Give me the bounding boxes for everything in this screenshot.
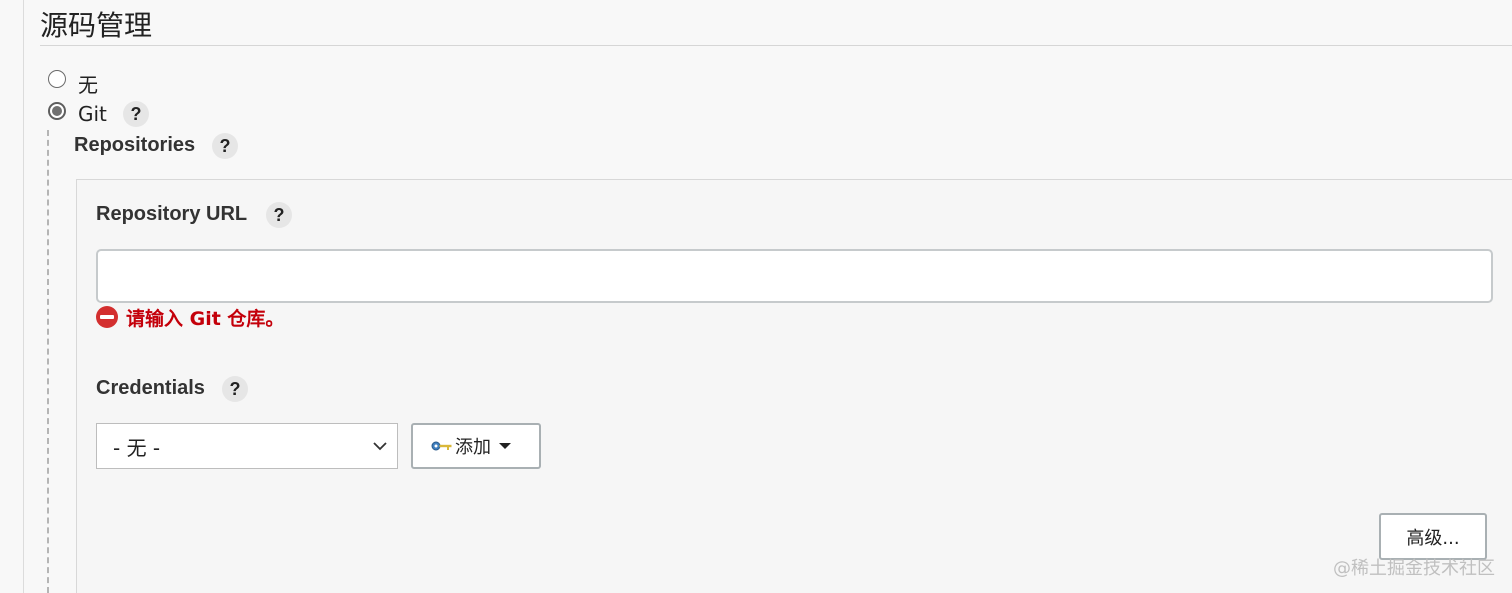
key-icon: [431, 441, 452, 451]
repositories-label: Repositories: [74, 134, 196, 156]
watermark: @稀土掘金技术社区: [1333, 558, 1495, 579]
git-options-guide: [47, 130, 49, 593]
repository-url-input[interactable]: [96, 249, 1493, 303]
repository-url-error-text: 请输入 Git 仓库。: [126, 307, 285, 330]
credentials-select[interactable]: - 无 -: [96, 423, 398, 469]
radio-none[interactable]: [48, 70, 66, 88]
add-credentials-button[interactable]: 添加: [411, 423, 541, 469]
section-divider: [40, 45, 1512, 46]
credentials-help-icon[interactable]: ?: [222, 376, 248, 402]
git-help-icon[interactable]: ?: [123, 101, 149, 127]
left-panel-edge: [0, 0, 24, 593]
credentials-select-value: - 无 -: [113, 435, 161, 460]
section-title: 源码管理: [40, 9, 153, 42]
advanced-button[interactable]: 高级...: [1379, 513, 1487, 560]
error-icon: [96, 306, 118, 328]
repository-url-error: 请输入 Git 仓库。: [96, 304, 284, 330]
repositories-help-icon[interactable]: ?: [212, 133, 238, 159]
credentials-label: Credentials: [96, 377, 205, 399]
add-credentials-label: 添加: [455, 437, 491, 458]
radio-git[interactable]: [48, 102, 66, 120]
repository-url-label: Repository URL: [96, 203, 248, 225]
caret-down-icon: [499, 443, 511, 449]
repository-panel: [76, 179, 1512, 593]
radio-git-label: Git: [78, 102, 107, 126]
radio-none-label: 无: [78, 73, 98, 97]
chevron-down-icon: [373, 442, 387, 451]
repository-url-help-icon[interactable]: ?: [266, 202, 292, 228]
